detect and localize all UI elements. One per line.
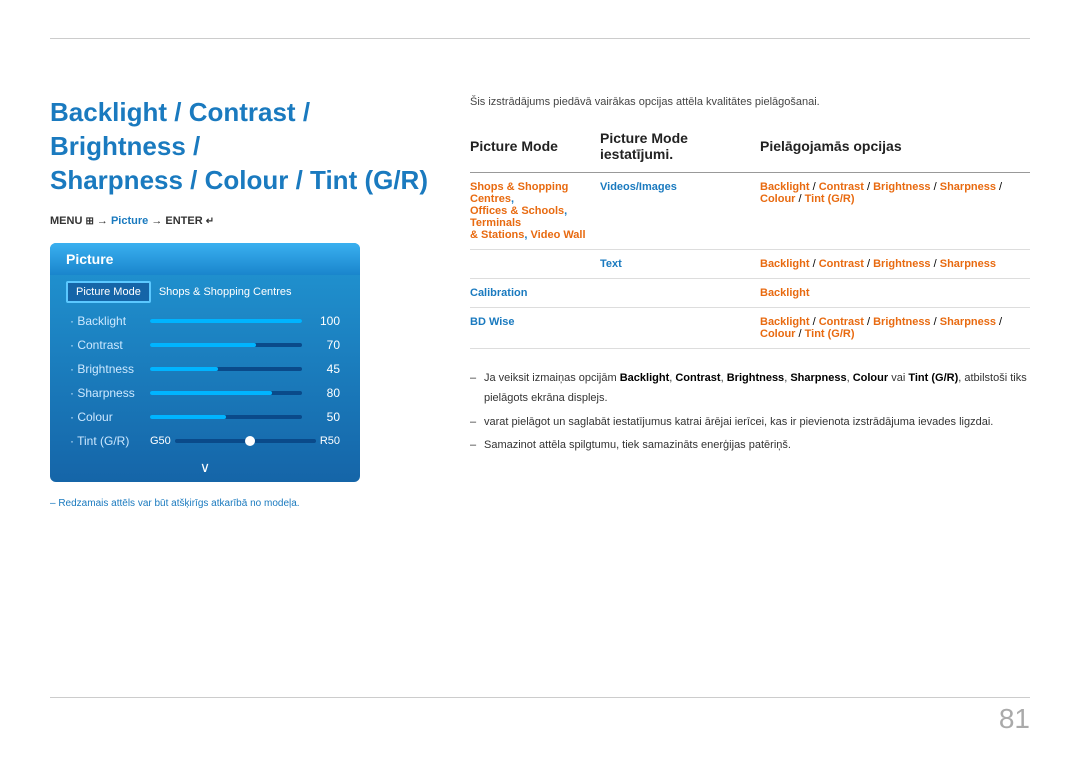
col-header-mode: Picture Mode — [470, 124, 600, 173]
tint-label: Tint (G/R) — [70, 434, 142, 448]
colour-label: Colour — [70, 410, 142, 424]
page-title: Backlight / Contrast / Brightness / Shar… — [50, 96, 430, 197]
contrast-value: 70 — [310, 338, 340, 352]
row3-setting — [600, 279, 760, 308]
sharpness-track[interactable] — [150, 391, 302, 395]
table-row: Text Backlight / Contrast / Brightness /… — [470, 250, 1030, 279]
brightness-label: Brightness — [70, 362, 142, 376]
row1-options: Backlight / Contrast / Brightness / Shar… — [760, 173, 1030, 250]
note-3: Samazinot attēla spilgtumu, tiek samazin… — [470, 436, 1030, 456]
contrast-track[interactable] — [150, 343, 302, 347]
col-header-options: Pielāgojamās opcijas — [760, 124, 1030, 173]
row4-mode: BD Wise — [470, 308, 600, 349]
top-rule — [50, 38, 1030, 39]
row1-mode: Shops & Shopping Centres, Offices & Scho… — [470, 173, 600, 250]
table-row: BD Wise Backlight / Contrast / Brightnes… — [470, 308, 1030, 349]
contrast-slider-row[interactable]: Contrast 70 — [50, 333, 360, 357]
page-number: 81 — [999, 703, 1030, 735]
tint-right-value: R50 — [320, 435, 340, 447]
bottom-note: – Redzamais attēls var būt atšķirīgs atk… — [50, 498, 430, 509]
col-header-setting: Picture Mode iestatījumi. — [600, 124, 760, 173]
bottom-rule — [50, 697, 1030, 698]
brightness-slider-row[interactable]: Brightness 45 — [50, 357, 360, 381]
note-2: varat pielāgot un saglabāt iestatījumus … — [470, 413, 1030, 433]
brightness-track[interactable] — [150, 367, 302, 371]
chevron-row[interactable]: ∨ — [50, 453, 360, 482]
picture-mode-row[interactable]: Picture Mode Shops & Shopping Centres — [50, 275, 360, 309]
contrast-label: Contrast — [70, 338, 142, 352]
backlight-slider-row[interactable]: Backlight 100 — [50, 309, 360, 333]
table-row: Calibration Backlight — [470, 279, 1030, 308]
colour-value: 50 — [310, 410, 340, 424]
backlight-label: Backlight — [70, 314, 142, 328]
row4-setting — [600, 308, 760, 349]
row2-setting: Text — [600, 250, 760, 279]
sharpness-label: Sharpness — [70, 386, 142, 400]
row3-mode: Calibration — [470, 279, 600, 308]
tint-row[interactable]: Tint (G/R) G50 R50 — [50, 429, 360, 453]
note-1: Ja veiksit izmaiņas opcijām Backlight, C… — [470, 369, 1030, 409]
colour-slider-row[interactable]: Colour 50 — [50, 405, 360, 429]
tint-left-value: G50 — [150, 435, 171, 447]
colour-track[interactable] — [150, 415, 302, 419]
sharpness-slider-row[interactable]: Sharpness 80 — [50, 381, 360, 405]
row3-options: Backlight — [760, 279, 1030, 308]
row2-options: Backlight / Contrast / Brightness / Shar… — [760, 250, 1030, 279]
row1-setting: Videos/Images — [600, 173, 760, 250]
tint-track[interactable] — [175, 439, 316, 443]
notes-area: Ja veiksit izmaiņas opcijām Backlight, C… — [470, 369, 1030, 456]
row2-mode — [470, 250, 600, 279]
brightness-value: 45 — [310, 362, 340, 376]
menu-instruction: MENU ⊞ → Picture → ENTER ↵ — [50, 215, 430, 227]
backlight-track[interactable] — [150, 319, 302, 323]
sharpness-value: 80 — [310, 386, 340, 400]
picture-panel: Picture Picture Mode Shops & Shopping Ce… — [50, 243, 360, 482]
chevron-down-icon: ∨ — [200, 459, 210, 476]
info-table: Picture Mode Picture Mode iestatījumi. P… — [470, 124, 1030, 349]
picture-mode-value: Shops & Shopping Centres — [159, 286, 292, 298]
intro-text: Šis izstrādājums piedāvā vairākas opcija… — [470, 96, 1030, 108]
table-row: Shops & Shopping Centres, Offices & Scho… — [470, 173, 1030, 250]
backlight-value: 100 — [310, 314, 340, 328]
picture-mode-label: Picture Mode — [66, 281, 151, 303]
panel-header: Picture — [50, 243, 360, 275]
tint-thumb — [245, 436, 255, 446]
row4-options: Backlight / Contrast / Brightness / Shar… — [760, 308, 1030, 349]
